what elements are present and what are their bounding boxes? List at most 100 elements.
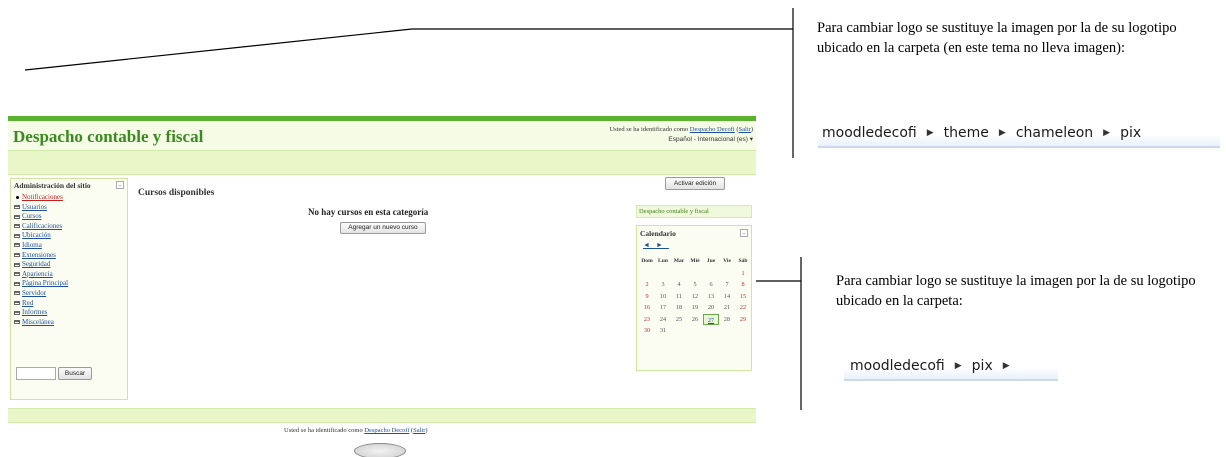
calendar-day[interactable]: 2 bbox=[639, 279, 655, 291]
turn-editing-on-button[interactable]: Activar edición bbox=[665, 177, 725, 190]
calendar-day[interactable]: 24 bbox=[655, 314, 671, 326]
footer-login-prefix: Usted se ha identificado como bbox=[284, 427, 363, 434]
calendar-day[interactable]: 10 bbox=[655, 291, 671, 303]
site-title[interactable]: Despacho contable y fiscal bbox=[13, 127, 203, 147]
admin-block: Administración del sitio – Notificacione… bbox=[10, 178, 128, 400]
calendar-day[interactable]: 31 bbox=[655, 325, 671, 337]
calendar-day[interactable]: 14 bbox=[719, 291, 735, 303]
calendar-empty-cell bbox=[671, 268, 687, 280]
calendar-day[interactable]: 9 bbox=[639, 291, 655, 303]
calendar-empty-cell bbox=[687, 325, 703, 337]
calendar-day[interactable]: 15 bbox=[735, 291, 751, 303]
path-segment[interactable]: pix bbox=[972, 358, 993, 374]
footer-logout-link[interactable]: Salir bbox=[413, 427, 425, 434]
calendar-week-row: 30 31 bbox=[639, 325, 751, 337]
chevron-right-icon: ▶ bbox=[954, 361, 962, 371]
path-bar-top: moodledecofi ▶ theme ▶ chameleon ▶ pix bbox=[818, 120, 1220, 148]
login-info: Usted se ha identificado como Despacho D… bbox=[609, 126, 753, 133]
collapse-icon[interactable]: – bbox=[116, 181, 124, 189]
admin-item-informes[interactable]: Informes bbox=[14, 308, 68, 318]
admin-item-usuarios[interactable]: Usuarios bbox=[14, 203, 68, 213]
language-select-value: Español - Internacional (es) bbox=[668, 136, 748, 143]
calendar-weekday: Sáb bbox=[738, 258, 748, 264]
calendar-day[interactable]: 12 bbox=[687, 291, 703, 303]
calendar-day[interactable]: 28 bbox=[719, 314, 735, 326]
site-summary-text: Despacho contable y fiscal bbox=[639, 208, 709, 215]
admin-item-pagina-principal[interactable]: Página Principal bbox=[14, 279, 68, 289]
calendar-empty-cell bbox=[687, 268, 703, 280]
admin-item-apariencia[interactable]: Apariencia bbox=[14, 270, 68, 280]
login-user-link[interactable]: Despacho Decofi bbox=[690, 126, 735, 133]
calendar-empty-cell bbox=[639, 268, 655, 280]
folder-icon bbox=[14, 281, 20, 286]
path-bar-bottom: moodledecofi ▶ pix ▶ bbox=[844, 353, 1058, 381]
calendar-empty-cell bbox=[719, 325, 735, 337]
folder-icon bbox=[14, 233, 20, 238]
folder-icon bbox=[14, 262, 20, 267]
path-segment[interactable]: moodledecofi bbox=[822, 125, 917, 141]
calendar-day[interactable]: 11 bbox=[671, 291, 687, 303]
calendar-empty-cell bbox=[703, 325, 719, 337]
path-segment[interactable]: moodledecofi bbox=[850, 358, 945, 374]
calendar-day[interactable]: 4 bbox=[671, 279, 687, 291]
add-course-button[interactable]: Agregar un nuevo curso bbox=[340, 222, 426, 234]
calendar-day[interactable]: 27 bbox=[703, 313, 719, 325]
note-bottom: Para cambiar logo se sustituye la imagen… bbox=[836, 273, 1196, 309]
calendar-weekday: Jue bbox=[706, 258, 716, 264]
calendar-empty-cell bbox=[735, 325, 751, 337]
calendar-day[interactable]: 3 bbox=[655, 279, 671, 291]
path-segment[interactable]: theme bbox=[944, 125, 989, 141]
login-prefix: Usted se ha identificado como bbox=[609, 126, 689, 133]
calendar-day[interactable]: 19 bbox=[687, 302, 703, 314]
note-top: Para cambiar logo se sustituye la imagen… bbox=[817, 20, 1177, 56]
search-button[interactable]: Buscar bbox=[58, 367, 92, 380]
calendar-day[interactable]: 1 bbox=[735, 268, 751, 280]
calendar-day[interactable]: 18 bbox=[671, 302, 687, 314]
admin-item-servidor[interactable]: Servidor bbox=[14, 289, 68, 299]
admin-item-notificaciones[interactable]: Notificaciones bbox=[14, 193, 68, 203]
calendar-day[interactable]: 7 bbox=[719, 279, 735, 291]
calendar-grid: Dom Lun Mar Mié Jue Vie Sáb 1 2 3 4 5 6 7 8 9 10 11 12 13 14… bbox=[639, 256, 751, 337]
admin-item-extensiones[interactable]: Extensiones bbox=[14, 251, 68, 261]
calendar-day[interactable]: 17 bbox=[655, 302, 671, 314]
admin-search-input[interactable] bbox=[16, 367, 56, 380]
admin-item-red[interactable]: Red bbox=[14, 299, 68, 309]
language-select[interactable]: Español - Internacional (es) ▾ bbox=[668, 135, 753, 143]
calendar-day[interactable]: 13 bbox=[703, 291, 719, 303]
calendar-week-row: 1 bbox=[639, 268, 751, 280]
calendar-day[interactable]: 5 bbox=[687, 279, 703, 291]
admin-item-cursos[interactable]: Cursos bbox=[14, 212, 68, 222]
footer-logo[interactable] bbox=[354, 443, 406, 457]
path-segment[interactable]: chameleon bbox=[1016, 125, 1093, 141]
calendar-week-row: 16 17 18 19 20 21 22 bbox=[639, 302, 751, 314]
prev-month-icon[interactable]: ◄ bbox=[643, 241, 656, 249]
no-courses-message: No hay cursos en esta categoría bbox=[308, 207, 429, 217]
calendar-day[interactable]: 16 bbox=[639, 302, 655, 314]
folder-icon bbox=[14, 310, 20, 315]
admin-item-calificaciones[interactable]: Calificaciones bbox=[14, 222, 68, 232]
calendar-day[interactable]: 26 bbox=[687, 314, 703, 326]
calendar-day[interactable]: 25 bbox=[671, 314, 687, 326]
calendar-day[interactable]: 22 bbox=[735, 302, 751, 314]
admin-item-ubicacion[interactable]: Ubicación bbox=[14, 231, 68, 241]
calendar-day[interactable]: 29 bbox=[735, 314, 751, 326]
admin-item-seguridad[interactable]: Seguridad bbox=[14, 260, 68, 270]
next-month-icon[interactable]: ► bbox=[656, 241, 669, 249]
moodle-screenshot: Despacho contable y fiscal Usted se ha i… bbox=[8, 116, 756, 457]
calendar-day[interactable]: 23 bbox=[639, 314, 655, 326]
footer-user-link[interactable]: Despacho Decofi bbox=[364, 427, 409, 434]
folder-icon bbox=[14, 204, 20, 209]
calendar-day[interactable]: 21 bbox=[719, 302, 735, 314]
chevron-down-icon: ▾ bbox=[749, 136, 753, 143]
calendar-day[interactable]: 8 bbox=[735, 279, 751, 291]
calendar-day[interactable]: 20 bbox=[703, 302, 719, 314]
admin-item-miscelanea[interactable]: Miscelánea bbox=[14, 318, 68, 328]
admin-item-idioma[interactable]: Idioma bbox=[14, 241, 68, 251]
folder-icon bbox=[14, 300, 20, 305]
folder-icon bbox=[14, 320, 20, 325]
collapse-icon[interactable]: – bbox=[740, 229, 748, 237]
calendar-day[interactable]: 30 bbox=[639, 325, 655, 337]
path-segment[interactable]: pix bbox=[1120, 125, 1141, 141]
calendar-day[interactable]: 6 bbox=[703, 279, 719, 291]
logout-link[interactable]: Salir bbox=[739, 126, 751, 133]
